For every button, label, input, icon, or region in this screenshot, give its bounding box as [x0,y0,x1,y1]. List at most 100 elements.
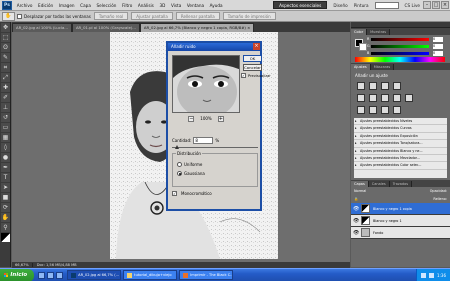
monochromatic-checkbox[interactable]: ✓ [172,191,177,196]
3d-rotate-tool-icon[interactable]: ⟳ [1,203,10,212]
menu-filtro[interactable]: Filtro [119,3,135,8]
taskbar-item-photoshop[interactable]: AR_02.jpg al 66,7% (... [67,270,122,280]
quicklaunch-icon[interactable] [56,271,64,279]
tab-document-active[interactable]: AR_02.jpg al 66,7% (Blanco y negro 1 cop… [139,23,255,32]
close-icon[interactable]: × [441,1,449,9]
uniform-radio[interactable] [177,162,182,167]
marquee-tool-icon[interactable]: ⬚ [1,33,10,42]
maximize-icon[interactable]: □ [432,1,440,9]
filter-preview[interactable] [172,55,240,113]
shape-tool-icon[interactable]: ■ [1,193,10,202]
brightness-icon[interactable] [357,82,365,90]
cs-live-button[interactable]: CS Live [402,3,423,8]
zoom-in-icon[interactable]: + [217,115,224,122]
fit-screen-button[interactable]: Ajustar pantalla [131,12,173,20]
minimize-icon[interactable]: – [423,1,431,9]
black-white-icon[interactable] [393,94,401,102]
vibrance-icon[interactable] [357,94,365,102]
brush-tool-icon[interactable]: ✐ [1,93,10,102]
dialog-close-icon[interactable]: × [253,43,260,50]
gaussian-option[interactable]: Gaussiana [177,171,205,176]
uniform-option[interactable]: Uniforme [177,162,202,167]
network-icon[interactable] [421,272,427,278]
photo-filter-icon[interactable] [405,94,413,102]
workspace-paint-link[interactable]: Pintura [351,3,372,8]
blend-mode-select[interactable]: Normal [354,189,366,193]
gaussian-radio[interactable] [177,171,182,176]
color-balance-icon[interactable] [381,94,389,102]
actual-pixels-button[interactable]: Tamaño real [93,12,129,20]
taskbar-item-print[interactable]: Imprimir - The Black C... [179,270,234,280]
preset-item[interactable]: Ajustes preestablecidos Exposición [354,133,447,141]
menu-edicion[interactable]: Edición [35,3,56,8]
threshold-icon[interactable] [381,106,389,114]
channel-r-value[interactable]: 0 [433,37,443,42]
layer-row[interactable]: 👁 Blanco y negro 1 copia [351,203,450,215]
quicklaunch-icon[interactable] [38,271,46,279]
taskbar-item-folder[interactable]: tutorial_dibujo+viejo [123,270,178,280]
scroll-all-windows-checkbox[interactable] [17,13,22,19]
channel-r-slider[interactable] [371,38,429,41]
pen-tool-icon[interactable]: ✒ [1,163,10,172]
eye-icon[interactable]: 👁 [353,206,359,212]
path-select-tool-icon[interactable]: ➤ [1,183,10,192]
workspace-design-link[interactable]: Diseño [330,3,350,8]
tab-document-2[interactable]: AR_01.pl al 100% (Grayscale)... [71,23,140,32]
gradient-tool-icon[interactable]: ▦ [1,133,10,142]
background-color-swatch[interactable] [359,43,367,51]
start-button[interactable]: Inicio [0,268,35,281]
menu-capa[interactable]: Capa [77,3,93,8]
dodge-tool-icon[interactable]: ● [1,153,10,162]
preset-item[interactable]: Ajustes preestablecidos Mezclador... [354,155,447,163]
lasso-tool-icon[interactable]: ʘ [1,43,10,52]
eye-icon[interactable]: 👁 [353,218,359,224]
type-tool-icon[interactable]: T [1,173,10,182]
preset-item[interactable]: Ajustes preestablecidos Tono/satura... [354,140,447,148]
healing-brush-tool-icon[interactable]: ✚ [1,83,10,92]
hand-tool-preset-icon[interactable]: ✋ [2,11,15,21]
preset-item[interactable]: Ajustes preestablecidos Curvas [354,125,447,133]
menu-3d[interactable]: 3D [157,3,168,8]
quicklaunch-icon[interactable] [47,271,55,279]
preset-item[interactable]: Ajustes preestablecidos Niveles [354,118,447,126]
eyedropper-tool-icon[interactable]: ⤢ [1,73,10,82]
channel-g-slider[interactable] [371,45,429,48]
channel-b-slider[interactable] [371,52,429,55]
history-brush-tool-icon[interactable]: ↺ [1,113,10,122]
blur-tool-icon[interactable]: ◊ [1,143,10,152]
preset-item[interactable]: Ajustes preestablecidos Color selec... [354,162,447,170]
amount-slider-thumb[interactable] [175,145,179,149]
quick-select-tool-icon[interactable]: ✎ [1,53,10,62]
workspace-essentials-button[interactable]: Aspectos esenciales [273,1,328,9]
clone-stamp-tool-icon[interactable]: ⊥ [1,103,10,112]
crop-tool-icon[interactable]: ⌗ [1,63,10,72]
eye-icon[interactable]: 👁 [353,230,359,236]
eraser-tool-icon[interactable]: ▭ [1,123,10,132]
layer-row[interactable]: 👁 Fondo [351,227,450,239]
menu-ayuda[interactable]: Ayuda [207,3,226,8]
menu-vista[interactable]: Vista [168,3,184,8]
invert-icon[interactable] [357,106,365,114]
search-input[interactable] [374,1,399,9]
levels-icon[interactable] [369,82,377,90]
ok-button[interactable]: OK [243,55,262,62]
hand-tool-icon[interactable]: ✋ [1,213,10,222]
move-tool-icon[interactable]: ✥ [1,23,10,32]
channel-g-value[interactable]: 0 [433,44,443,49]
preset-item[interactable]: Ajustes preestablecidos Blanco y ne... [354,148,447,155]
zoom-tool-icon[interactable]: ⚲ [1,223,10,232]
amount-slider[interactable] [172,145,258,150]
menu-ventana[interactable]: Ventana [184,3,207,8]
color-swatches-icon[interactable] [1,233,10,242]
amount-input[interactable]: 8 [193,137,214,144]
menu-analisis[interactable]: Análisis [135,3,157,8]
hue-saturation-icon[interactable] [369,94,377,102]
fill-screen-button[interactable]: Rellenar pantalla [175,12,220,20]
zoom-level[interactable]: 66,67% [12,263,33,267]
dialog-titlebar[interactable]: Añadir ruido × [168,43,260,51]
posterize-icon[interactable] [369,106,377,114]
channel-b-value[interactable]: 0 [433,51,443,56]
curves-icon[interactable] [381,82,389,90]
print-size-button[interactable]: Tamaño de impresión [222,12,276,20]
volume-icon[interactable] [429,272,435,278]
